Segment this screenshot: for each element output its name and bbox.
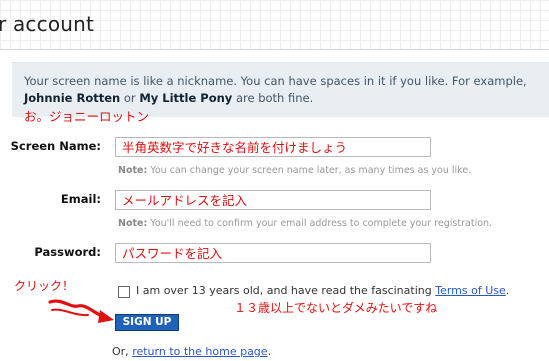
screen-name-note-text: You can change your screen name later, a… [150,165,472,176]
info-text-end: are both fine. [235,91,314,105]
screen-name-label: Screen Name: [10,139,101,153]
sign-up-button[interactable]: SIGN UP [115,314,179,331]
footer-prefix: Or, [112,345,129,358]
annotation-age: １３歳以上でないとダメみたいですね [234,301,438,315]
page-title: r account [0,12,95,36]
footer: Or, return to the home page. [112,345,271,358]
password-label: Password: [34,245,101,259]
terms-end: . [505,284,510,297]
annotation-click: クリック！ [14,279,75,293]
screen-name-note: Note: You can change your screen name la… [118,165,471,176]
info-or: or [123,91,136,105]
info-text-intro: Your screen name is like a nickname. You… [24,74,527,88]
email-note: Note: You'll need to confirm your email … [118,218,492,229]
red-arrow-icon [48,299,114,323]
email-note-label: Note: [118,218,148,229]
terms-text: I am over 13 years old, and have read th… [136,284,509,297]
info-text: Your screen name is like a nickname. You… [24,73,549,107]
email-input[interactable]: メールアドレスを記入 [115,190,431,210]
annotation-pony: お。ジョニーロットン [24,109,150,124]
email-note-text: You'll need to confirm your email addres… [150,218,493,229]
screen-name-note-label: Note: [118,165,148,176]
footer-suffix: . [267,345,272,358]
screen-name-input[interactable]: 半角英数字で好きな名前を付けましょう [115,137,431,157]
info-example-2: My Little Pony [139,91,233,105]
terms-checkbox[interactable] [118,286,130,298]
email-label: Email: [60,192,101,206]
terms-of-use-link[interactable]: Terms of Use [435,284,506,297]
terms-label: I am over 13 years old, and have read th… [136,284,432,297]
info-example-1: Johnnie Rotten [24,91,121,105]
return-home-link[interactable]: return to the home page [132,345,267,358]
title-divider [0,49,549,50]
password-input[interactable]: パスワードを記入 [115,243,431,263]
